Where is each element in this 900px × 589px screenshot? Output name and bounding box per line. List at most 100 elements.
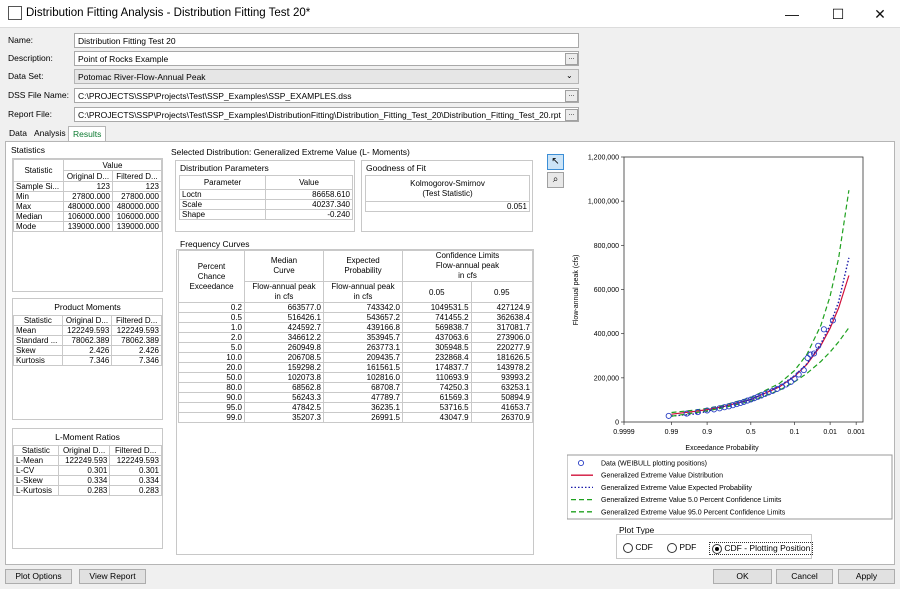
goodness-of-fit-group: Goodness of Fit Kolmogorov-Smirnov (Test… bbox=[361, 160, 533, 232]
magnifier-icon[interactable]: ⌕ bbox=[547, 172, 564, 188]
table-cell: 741455.2 bbox=[402, 312, 472, 323]
table-row: Kurtosis 7.346 7.346 bbox=[13, 355, 162, 366]
col-original: Original D... bbox=[61, 315, 113, 326]
radio-cdf-circle[interactable] bbox=[623, 542, 633, 553]
table-cell: 139000.000 bbox=[62, 221, 113, 232]
table-cell: 10.0 bbox=[178, 352, 245, 363]
frequency-curves-title: Frequency Curves bbox=[180, 239, 250, 249]
name-field[interactable]: Distribution Fitting Test 20 bbox=[74, 33, 579, 48]
table-row: Sample Si... 123 123 bbox=[13, 181, 163, 192]
table-row: Mean 122249.593 122249.593 bbox=[13, 325, 162, 336]
statistics-title: Statistics bbox=[11, 145, 46, 155]
table-cell: 102073.8 bbox=[244, 372, 324, 383]
table-cell: 5.0 bbox=[178, 342, 245, 353]
product-moments-title: Product Moments bbox=[54, 302, 121, 312]
frequency-plot[interactable]: 0 200,000 400,000 600,000 800,000 1,000,000 1,… bbox=[567, 148, 893, 520]
radio-cdf-pp-circle[interactable] bbox=[712, 543, 722, 554]
tab-analysis[interactable]: Analysis bbox=[30, 126, 70, 141]
table-cell: 263773.1 bbox=[323, 342, 403, 353]
col-confidence: Confidence Limits Flow-annual peak in cf… bbox=[402, 250, 533, 282]
pointer-icon[interactable]: ↖ bbox=[547, 154, 564, 170]
x-tick-label: 0.9 bbox=[702, 429, 712, 436]
close-button[interactable]: ✕ bbox=[858, 0, 900, 28]
row-header-cell: Shape bbox=[178, 209, 267, 220]
col-median: Median Curve bbox=[244, 250, 324, 282]
radio-cdf[interactable]: CDF bbox=[623, 542, 653, 553]
dss-browse-button[interactable]: ... bbox=[565, 90, 578, 102]
col-expected: Expected Probability bbox=[323, 250, 403, 282]
table-row: 1.0 424592.7 439166.8 569838.7 317081.7 bbox=[178, 322, 534, 333]
table-cell: 480000.000 bbox=[111, 201, 163, 212]
col-value: Value bbox=[62, 159, 163, 171]
chevron-down-icon[interactable]: ⌄ bbox=[566, 71, 573, 80]
report-browse-button[interactable]: ... bbox=[565, 109, 578, 121]
table-cell: 743342.0 bbox=[323, 302, 403, 313]
selected-distribution: Selected Distribution: Generalized Extre… bbox=[171, 147, 410, 157]
view-report-button[interactable]: View Report bbox=[79, 569, 146, 584]
dss-file-field[interactable]: C:\PROJECTS\SSP\Projects\Test\SSP_Exampl… bbox=[74, 88, 579, 103]
table-cell: 143978.2 bbox=[470, 362, 534, 373]
radio-pdf-label: PDF bbox=[679, 542, 697, 552]
col-statistic: Statistic bbox=[13, 445, 59, 456]
table-row: 50.0 102073.8 102816.0 110693.9 93993.2 bbox=[178, 372, 534, 383]
col-conf-05: 0.05 bbox=[402, 281, 472, 303]
table-cell: 220277.9 bbox=[470, 342, 534, 353]
radio-pdf[interactable]: PDF bbox=[667, 542, 696, 553]
table-cell: 50.0 bbox=[178, 372, 245, 383]
table-row: 0.2 663577.0 743342.0 1049531.5 427124.9 bbox=[178, 302, 534, 313]
maximize-button[interactable]: ☐ bbox=[816, 0, 860, 28]
product-moments-group: Product Moments Statistic Original D... Fi… bbox=[12, 298, 163, 420]
table-cell: 90.0 bbox=[178, 392, 245, 403]
radio-pdf-circle[interactable] bbox=[667, 542, 677, 553]
cancel-button[interactable]: Cancel bbox=[776, 569, 833, 584]
table-row: 10.0 206708.5 209435.7 232868.4 181626.5 bbox=[178, 352, 534, 363]
table-cell: 161561.5 bbox=[323, 362, 403, 373]
table-cell: 50894.9 bbox=[470, 392, 534, 403]
table-cell: 86658.610 bbox=[265, 189, 353, 200]
apply-button[interactable]: Apply bbox=[838, 569, 895, 584]
y-tick-label: 0 bbox=[615, 420, 619, 427]
table-cell: 0.301 bbox=[109, 465, 162, 476]
table-cell: 305948.5 bbox=[402, 342, 472, 353]
plot-options-button[interactable]: Plot Options bbox=[5, 569, 72, 584]
table-cell: 36235.1 bbox=[323, 402, 403, 413]
table-cell: 56243.3 bbox=[244, 392, 324, 403]
x-tick-label: 0.99 bbox=[665, 429, 679, 436]
row-header-cell: L-Mean bbox=[13, 455, 59, 466]
table-row: L-Kurtosis 0.283 0.283 bbox=[13, 485, 162, 496]
radio-cdf-plotting-position[interactable]: CDF - Plotting Position bbox=[709, 542, 814, 555]
table-row: 2.0 346612.2 353945.7 437063.6 273906.0 bbox=[178, 332, 534, 343]
description-browse-button[interactable]: ... bbox=[565, 53, 578, 65]
distribution-parameters-title: Distribution Parameters bbox=[180, 163, 269, 173]
dss-file-label: DSS File Name: bbox=[8, 90, 69, 100]
row-header-cell: Max bbox=[13, 201, 64, 212]
table-row: 95.0 47842.5 36235.1 53716.5 41653.7 bbox=[178, 402, 534, 413]
table-cell: 0.2 bbox=[178, 302, 245, 313]
table-cell: 439166.8 bbox=[323, 322, 403, 333]
ks-value: 0.051 bbox=[365, 201, 530, 212]
report-file-field[interactable]: C:\PROJECTS\SSP\Projects\Test\SSP_Exampl… bbox=[74, 107, 579, 122]
ok-button[interactable]: OK bbox=[713, 569, 772, 584]
table-cell: 7.346 bbox=[61, 355, 113, 366]
radio-cdf-label: CDF bbox=[635, 542, 653, 552]
table-cell: 0.334 bbox=[109, 475, 162, 486]
tab-results[interactable]: Results bbox=[68, 126, 107, 142]
distribution-parameters-group: Distribution Parameters Parameter Value L… bbox=[175, 160, 355, 232]
legend-label: Generalized Extreme Value Distribution bbox=[601, 473, 723, 480]
table-cell: 209435.7 bbox=[323, 352, 403, 363]
y-tick-label: 200,000 bbox=[594, 375, 619, 382]
table-row: L-CV 0.301 0.301 bbox=[13, 465, 162, 476]
table-cell: 159298.2 bbox=[244, 362, 324, 373]
col-median-sub: Flow-annual peak in cfs bbox=[244, 281, 324, 303]
table-cell: 0.5 bbox=[178, 312, 245, 323]
dataset-select[interactable]: Potomac River-Flow-Annual Peak bbox=[74, 69, 579, 84]
table-cell: 663577.0 bbox=[244, 302, 324, 313]
minimize-button[interactable]: — bbox=[770, 0, 814, 28]
table-cell: 80.0 bbox=[178, 382, 245, 393]
table-cell: 174837.7 bbox=[402, 362, 472, 373]
table-cell: 26991.5 bbox=[323, 412, 403, 423]
tab-data[interactable]: Data bbox=[5, 126, 31, 141]
table-cell: 0.334 bbox=[57, 475, 111, 486]
description-field[interactable]: Point of Rocks Example bbox=[74, 51, 579, 66]
table-cell: 424592.7 bbox=[244, 322, 324, 333]
